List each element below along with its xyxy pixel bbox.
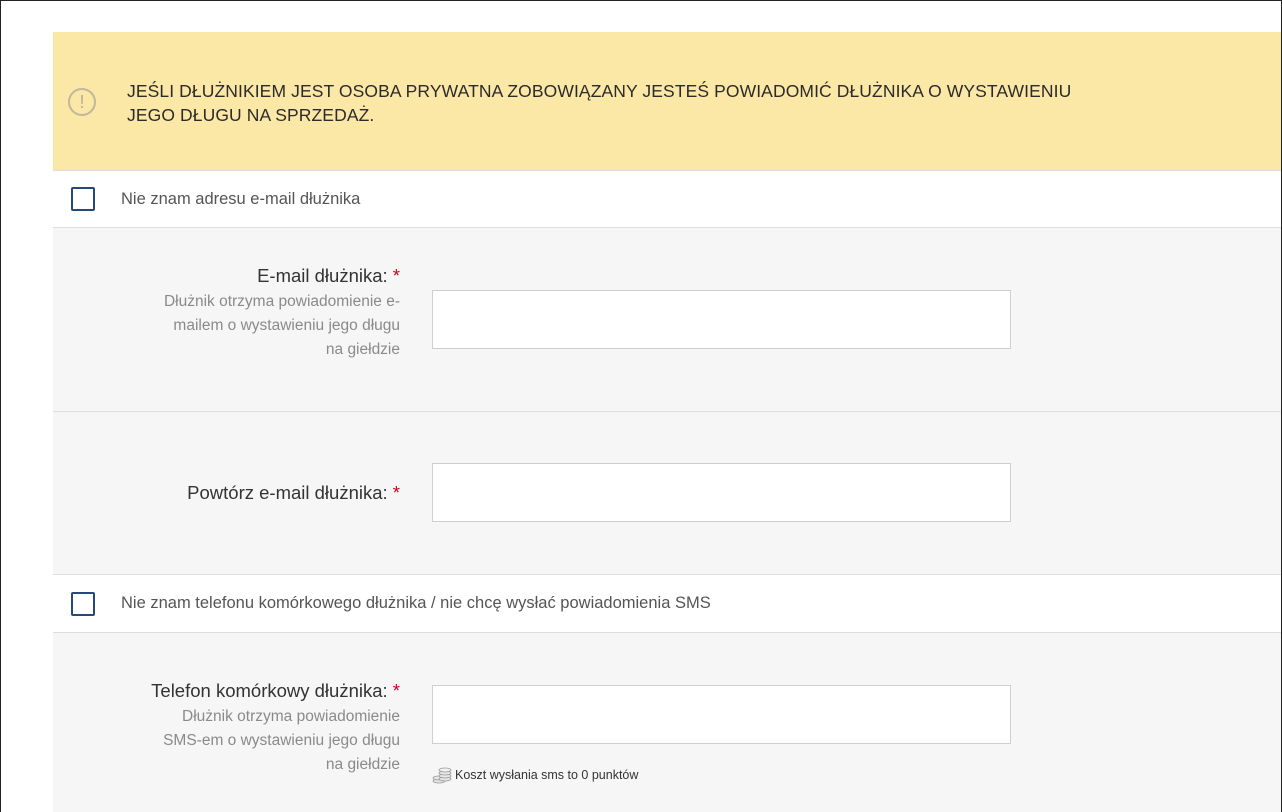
no-email-label[interactable]: Nie znam adresu e-mail dłużnika xyxy=(121,190,360,209)
no-phone-label[interactable]: Nie znam telefonu komórkowego dłużnika /… xyxy=(121,594,711,613)
phone-label-group: Telefon komórkowy dłużnika: * Dłużnik ot… xyxy=(60,679,400,777)
email-label-group: E-mail dłużnika: * Dłużnik otrzyma powia… xyxy=(60,264,400,362)
email-row: E-mail dłużnika: * Dłużnik otrzyma powia… xyxy=(53,228,1281,412)
page-frame: ! JEŚLI DŁUŻNIKIEM JEST OSOBA PRYWATNA Z… xyxy=(0,0,1282,812)
required-mark: * xyxy=(392,482,400,503)
phone-help-text: Dłużnik otrzyma powiadomienie SMS-em o w… xyxy=(163,708,400,773)
alert-text-line1: JEŚLI DŁUŻNIKIEM JEST OSOBA PRYWATNA ZOB… xyxy=(127,81,1072,101)
exclamation-circle-icon: ! xyxy=(68,88,96,116)
email-label: E-mail dłużnika: * xyxy=(257,265,400,286)
required-mark: * xyxy=(392,265,400,286)
phone-input[interactable] xyxy=(432,685,1011,744)
email-help-text: Dłużnik otrzyma powiadomienie e- mailem … xyxy=(163,293,400,358)
repeat-email-label: Powtórz e-mail dłużnika: * xyxy=(187,482,400,503)
alert-text: JEŚLI DŁUŻNIKIEM JEST OSOBA PRYWATNA ZOB… xyxy=(127,79,1071,127)
repeat-email-label-group: Powtórz e-mail dłużnika: * xyxy=(60,481,400,505)
repeat-email-row: Powtórz e-mail dłużnika: * xyxy=(53,412,1281,575)
required-mark: * xyxy=(392,680,400,701)
no-phone-row: Nie znam telefonu komórkowego dłużnika /… xyxy=(53,575,1281,633)
warning-alert: ! JEŚLI DŁUŻNIKIEM JEST OSOBA PRYWATNA Z… xyxy=(53,32,1281,170)
repeat-email-input[interactable] xyxy=(432,463,1011,522)
notification-form: ! JEŚLI DŁUŻNIKIEM JEST OSOBA PRYWATNA Z… xyxy=(53,32,1281,812)
no-email-checkbox[interactable] xyxy=(71,187,95,211)
sms-cost-info: Koszt wysłania sms to 0 punktów xyxy=(432,766,638,784)
phone-label: Telefon komórkowy dłużnika: * xyxy=(151,680,400,701)
alert-text-line2: JEGO DŁUGU NA SPRZEDAŻ. xyxy=(127,105,375,125)
coins-icon xyxy=(432,767,452,784)
email-input[interactable] xyxy=(432,290,1011,349)
no-phone-checkbox[interactable] xyxy=(71,591,95,616)
no-email-row: Nie znam adresu e-mail dłużnika xyxy=(53,170,1281,228)
phone-row: Telefon komórkowy dłużnika: * Dłużnik ot… xyxy=(53,633,1281,812)
sms-cost-text: Koszt wysłania sms to 0 punktów xyxy=(455,768,639,782)
